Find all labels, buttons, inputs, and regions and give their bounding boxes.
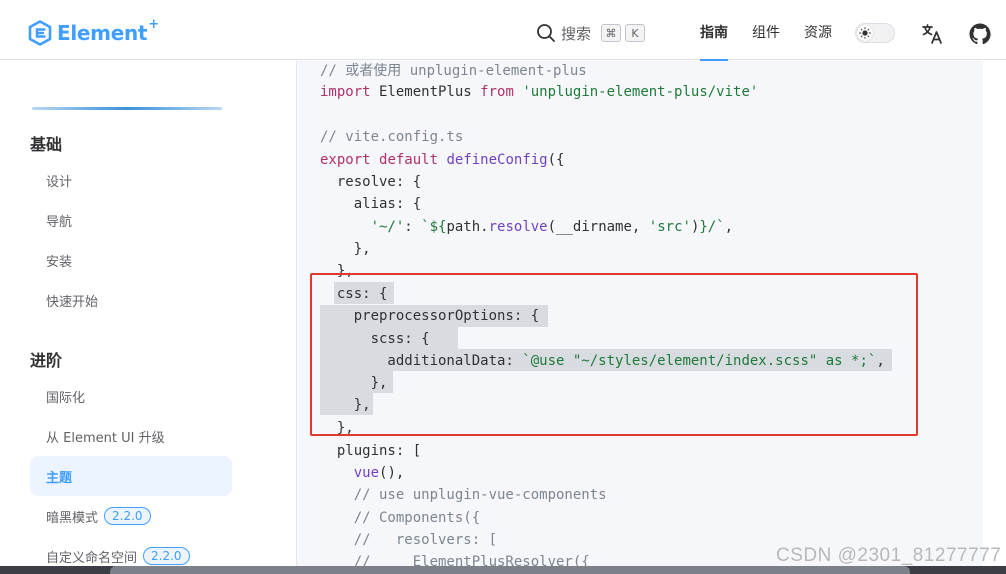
logo-text: Element xyxy=(57,21,148,45)
sidebar-group-advanced: 进阶 xyxy=(30,351,63,370)
bottom-edge-inner xyxy=(110,566,910,574)
code-line: resolve: { xyxy=(320,174,422,190)
sidebar-group-basics: 基础 xyxy=(30,135,63,154)
code-line: '~/': `${path.resolve(__dirname, 'src')}… xyxy=(370,219,734,235)
nav-components[interactable]: 组件 xyxy=(740,0,792,60)
search-label: 搜索 xyxy=(561,24,592,43)
theme-knob xyxy=(857,25,873,41)
code-line: // vite.config.ts xyxy=(320,129,464,145)
element-plus-logo[interactable]: Element + xyxy=(28,16,160,48)
sidebar-item-i18n[interactable]: 国际化 xyxy=(30,376,232,416)
shortcut-key-cmd: ⌘ xyxy=(601,24,622,42)
hexagon-logo-icon xyxy=(28,20,52,46)
annotation-highlight-box xyxy=(310,273,918,436)
sidebar-item-upgrade[interactable]: 从 Element UI 升级 xyxy=(30,416,232,456)
sidebar-item-navigation[interactable]: 导航 xyxy=(30,200,232,240)
version-badge: 2.2.0 xyxy=(104,507,151,525)
code-line: // Components({ xyxy=(320,510,481,526)
code-line: import ElementPlus from 'unplugin-elemen… xyxy=(320,84,759,100)
code-line: plugins: [ xyxy=(320,443,422,459)
version-badge: 2.2.0 xyxy=(143,547,190,565)
sidebar-item-design[interactable]: 设计 xyxy=(30,160,232,200)
code-line: }, xyxy=(320,241,371,257)
github-icon[interactable] xyxy=(968,22,992,46)
code-line: alias: { xyxy=(320,196,422,212)
sun-icon xyxy=(859,27,871,39)
csdn-watermark: CSDN @2301_81277777 xyxy=(776,545,1002,566)
sidebar-item-label: 自定义命名空间 xyxy=(46,550,138,566)
shortcut-key-k: K xyxy=(625,24,646,42)
code-line: // use unplugin-vue-components xyxy=(320,487,607,503)
sidebar-item-quickstart[interactable]: 快速开始 xyxy=(30,280,232,320)
sidebar-item-dark-mode[interactable]: 暗黑模式 2.2.0 xyxy=(30,496,232,536)
scrolled-content-edge xyxy=(32,107,222,110)
sidebar: 基础 设计 导航 安装 快速开始 进阶 国际化 从 Element UI 升级 … xyxy=(0,61,297,574)
nav-guide[interactable]: 指南 xyxy=(688,0,740,61)
logo-plus-mark: + xyxy=(148,16,160,32)
sidebar-item-label: 暗黑模式 xyxy=(46,510,99,526)
page-gutter xyxy=(983,61,1006,574)
search-button[interactable]: 搜索 ⌘ K xyxy=(536,20,646,46)
main-nav: 指南 组件 资源 xyxy=(688,0,844,61)
dark-mode-toggle[interactable] xyxy=(855,23,895,43)
code-line: // resolvers: [ xyxy=(320,532,498,548)
search-icon xyxy=(537,24,555,42)
code-line: export default defineConfig({ xyxy=(320,152,565,168)
top-navbar: Element + 搜索 ⌘ K 指南 组件 资源 xyxy=(0,0,1006,61)
code-line: // 或者使用 unplugin-element-plus xyxy=(320,63,587,79)
translate-icon[interactable] xyxy=(920,22,944,46)
nav-resources[interactable]: 资源 xyxy=(792,0,844,60)
sidebar-item-theme[interactable]: 主题 xyxy=(30,456,232,496)
code-line: vue(), xyxy=(353,465,405,481)
sidebar-item-installation[interactable]: 安装 xyxy=(30,240,232,280)
